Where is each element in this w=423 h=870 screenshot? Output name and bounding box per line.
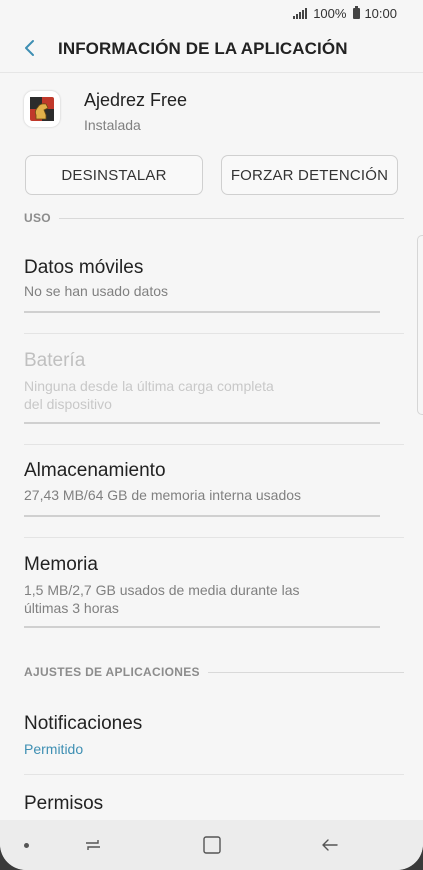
signal-icon bbox=[293, 8, 308, 19]
item-subtitle-line: 1,5 MB/2,7 GB usados de media durante la… bbox=[24, 582, 300, 598]
item-subtitle: Permitido bbox=[24, 741, 84, 757]
item-subtitle: No se han usado datos bbox=[24, 283, 168, 299]
item-title: Datos móviles bbox=[24, 257, 144, 278]
item-subtitle: Ninguna desde la última carga completa d… bbox=[24, 377, 379, 413]
app-header: Ajedrez Free Instalada bbox=[24, 88, 399, 138]
item-title: Notificaciones bbox=[24, 713, 143, 734]
recents-icon[interactable] bbox=[82, 834, 104, 856]
item-subtitle-line: del dispositivo bbox=[24, 396, 112, 412]
status-bar: 100% 10:00 bbox=[0, 0, 423, 28]
uninstall-button[interactable]: DESINSTALAR bbox=[25, 155, 203, 195]
item-subtitle-line: Ninguna desde la última carga completa bbox=[24, 378, 274, 394]
list-item-storage[interactable]: Almacenamiento 27,43 MB/64 GB de memoria… bbox=[24, 460, 379, 504]
divider bbox=[24, 333, 404, 334]
battery-percent: 100% bbox=[313, 6, 347, 21]
item-subtitle: 27,43 MB/64 GB de memoria interna usados bbox=[24, 487, 302, 503]
item-title: Batería bbox=[24, 350, 86, 371]
scrollbar[interactable] bbox=[417, 235, 423, 415]
section-header-usage: USO bbox=[24, 211, 404, 225]
divider bbox=[24, 444, 404, 445]
item-title: Memoria bbox=[24, 554, 98, 575]
chess-app-icon bbox=[24, 91, 60, 127]
list-item-mobile-data[interactable]: Datos móviles No se han usado datos bbox=[24, 257, 379, 300]
list-item-permissions[interactable]: Permisos bbox=[24, 793, 379, 815]
app-bar: INFORMACIÓN DE LA APLICACIÓN bbox=[0, 28, 423, 72]
list-item-battery: Batería Ninguna desde la última carga co… bbox=[24, 350, 379, 413]
section-title: USO bbox=[24, 211, 51, 225]
app-info-screen: 100% 10:00 INFORMACIÓN DE LA APLICACIÓN … bbox=[0, 0, 423, 870]
clock: 10:00 bbox=[364, 6, 397, 21]
item-title: Almacenamiento bbox=[24, 460, 166, 481]
usage-bar bbox=[24, 422, 380, 424]
list-item-notifications[interactable]: Notificaciones Permitido bbox=[24, 713, 379, 758]
divider bbox=[0, 72, 423, 73]
section-title: AJUSTES DE APLICACIONES bbox=[24, 665, 200, 679]
navigation-bar bbox=[0, 820, 423, 870]
app-name: Ajedrez Free bbox=[84, 90, 188, 110]
page-title: INFORMACIÓN DE LA APLICACIÓN bbox=[58, 39, 348, 58]
home-icon[interactable] bbox=[201, 834, 223, 856]
usage-bar bbox=[24, 515, 380, 517]
back-arrow-icon[interactable] bbox=[18, 36, 42, 60]
app-install-status: Instalada bbox=[84, 117, 141, 133]
force-stop-button[interactable]: FORZAR DETENCIÓN bbox=[221, 155, 398, 195]
usage-bar bbox=[24, 311, 380, 313]
item-subtitle-line: últimas 3 horas bbox=[24, 600, 119, 616]
divider bbox=[24, 537, 404, 538]
item-title: Permisos bbox=[24, 793, 104, 814]
usage-bar bbox=[24, 626, 380, 628]
section-header-app-settings: AJUSTES DE APLICACIONES bbox=[24, 665, 404, 679]
list-item-memory[interactable]: Memoria 1,5 MB/2,7 GB usados de media du… bbox=[24, 554, 379, 617]
dot-icon bbox=[24, 843, 29, 848]
item-subtitle: 1,5 MB/2,7 GB usados de media durante la… bbox=[24, 581, 379, 617]
divider bbox=[24, 774, 404, 775]
battery-icon bbox=[353, 6, 361, 19]
back-nav-icon[interactable] bbox=[319, 834, 341, 856]
